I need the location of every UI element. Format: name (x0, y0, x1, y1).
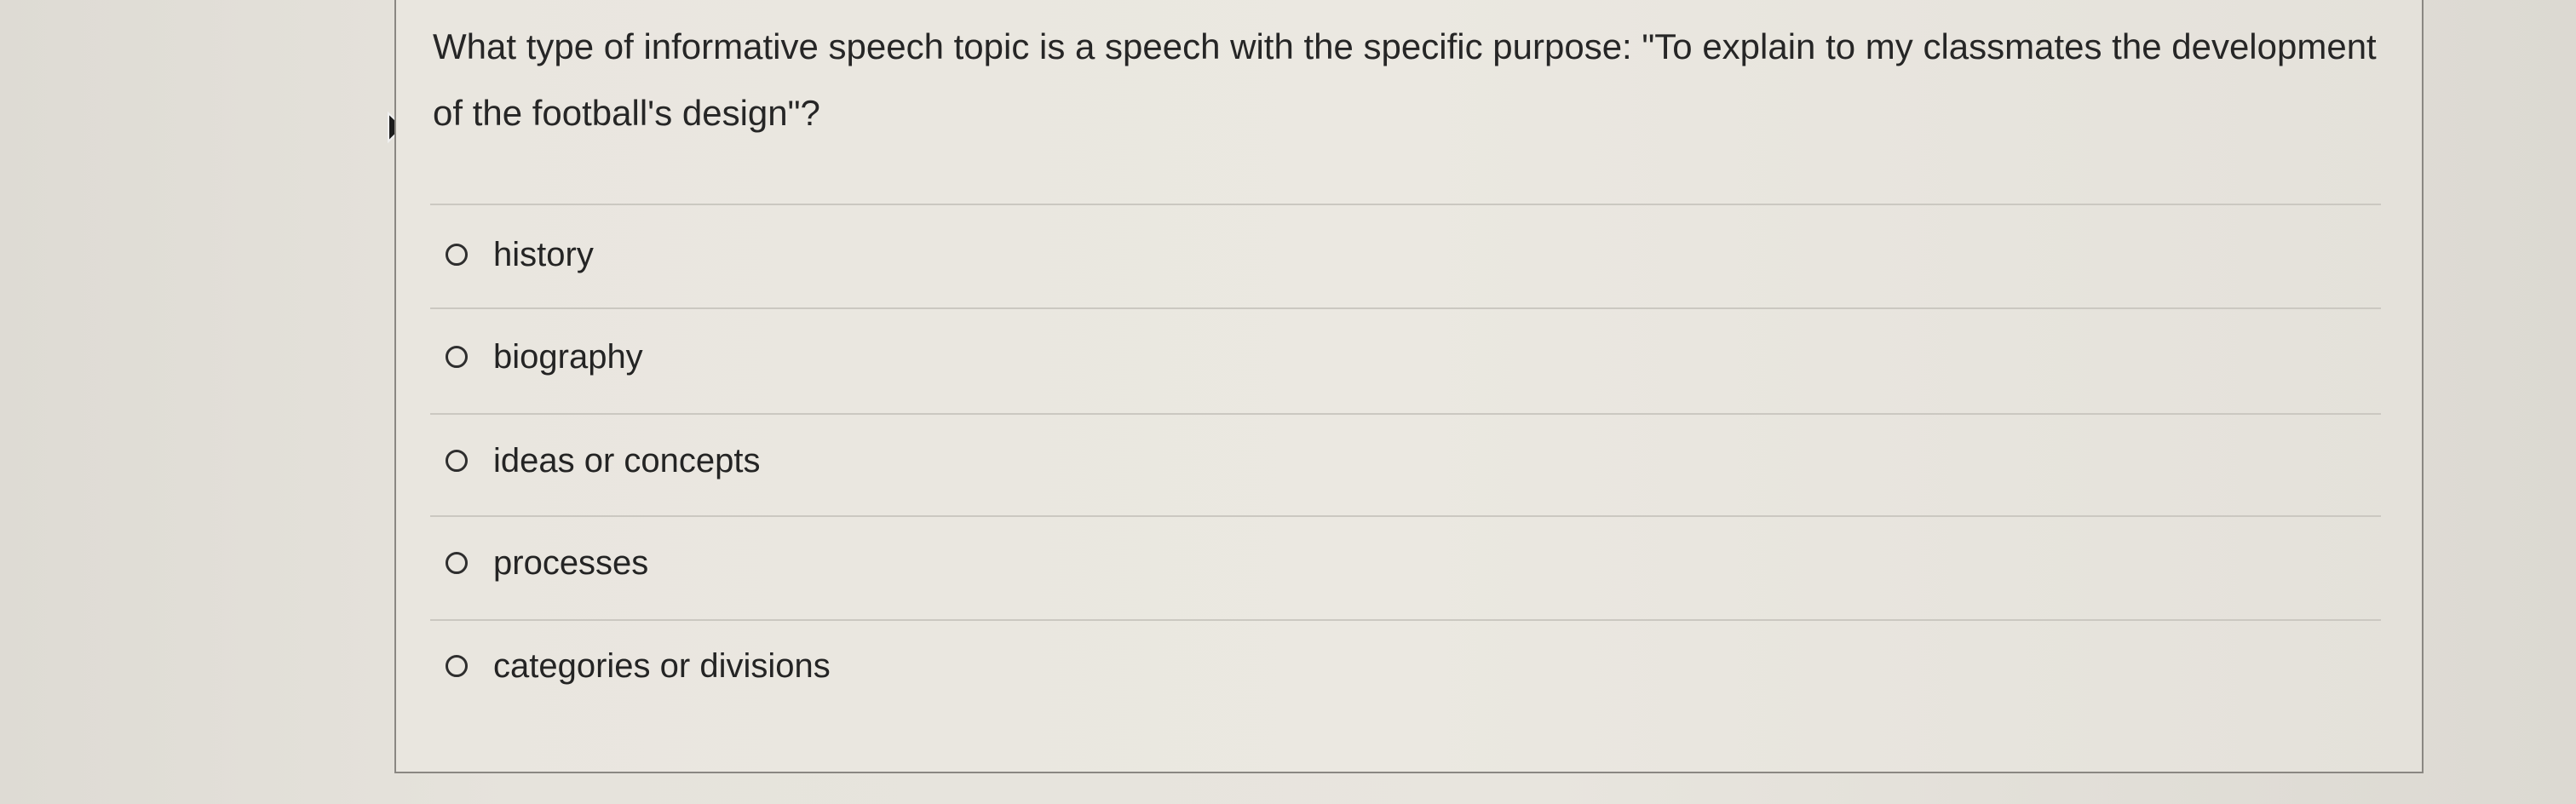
option-ideas-or-concepts[interactable]: ideas or concepts (446, 435, 761, 486)
divider (430, 307, 2381, 309)
question-text: What type of informative speech topic is… (433, 26, 2377, 133)
divider (430, 413, 2381, 415)
option-label: history (493, 235, 594, 273)
divider (430, 204, 2381, 205)
option-categories-or-divisions[interactable]: categories or divisions (446, 640, 831, 692)
radio-button-icon[interactable] (446, 450, 468, 472)
question-card: What type of informative speech topic is… (394, 0, 2424, 773)
option-history[interactable]: history (446, 229, 594, 280)
page: What type of informative speech topic is… (0, 0, 2576, 804)
option-label: processes (493, 543, 649, 582)
option-label: biography (493, 337, 643, 376)
radio-button-icon[interactable] (446, 346, 468, 368)
option-label: ideas or concepts (493, 441, 761, 480)
option-processes[interactable]: processes (446, 537, 648, 589)
divider (430, 515, 2381, 517)
radio-button-icon[interactable] (446, 244, 468, 266)
divider (430, 619, 2381, 621)
option-label: categories or divisions (493, 646, 831, 685)
radio-button-icon[interactable] (446, 552, 468, 574)
radio-button-icon[interactable] (446, 655, 468, 677)
option-biography[interactable]: biography (446, 331, 643, 382)
